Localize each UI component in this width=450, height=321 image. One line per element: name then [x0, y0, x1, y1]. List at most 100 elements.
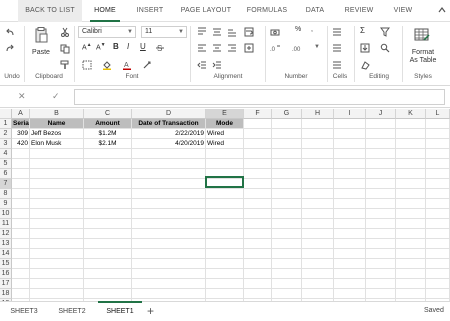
- cell-f18[interactable]: [244, 289, 272, 299]
- grow-font-icon[interactable]: A▲: [82, 42, 92, 51]
- cell-e16[interactable]: [206, 269, 244, 279]
- cell-h14[interactable]: [302, 249, 334, 259]
- cell-j14[interactable]: [366, 249, 396, 259]
- cell-l18[interactable]: [426, 289, 450, 299]
- cell-d15[interactable]: [132, 259, 206, 269]
- cell-d3[interactable]: 4/20/2019: [132, 139, 206, 149]
- cell-f12[interactable]: [244, 229, 272, 239]
- comma-style-icon[interactable]: ,: [311, 26, 313, 33]
- cell-c4[interactable]: [84, 149, 132, 159]
- tab-view[interactable]: VIEW: [388, 0, 418, 22]
- tab-page-layout[interactable]: PAGE LAYOUT: [178, 0, 234, 22]
- row-header-5[interactable]: 5: [0, 159, 12, 169]
- cell-d10[interactable]: [132, 209, 206, 219]
- cell-h6[interactable]: [302, 169, 334, 179]
- italic-button[interactable]: I: [127, 42, 129, 51]
- bold-button[interactable]: B: [113, 42, 119, 51]
- cell-g16[interactable]: [272, 269, 302, 279]
- font-color-icon[interactable]: A: [122, 60, 132, 70]
- cell-d8[interactable]: [132, 189, 206, 199]
- cell-h13[interactable]: [302, 239, 334, 249]
- cell-i12[interactable]: [334, 229, 366, 239]
- tab-review[interactable]: REVIEW: [338, 0, 380, 22]
- column-header-a[interactable]: A: [12, 109, 30, 119]
- cell-j3[interactable]: [366, 139, 396, 149]
- cell-d12[interactable]: [132, 229, 206, 239]
- cell-f6[interactable]: [244, 169, 272, 179]
- cell-b6[interactable]: [30, 169, 84, 179]
- cell-g12[interactable]: [272, 229, 302, 239]
- cell-f7[interactable]: [244, 179, 272, 189]
- cell-c15[interactable]: [84, 259, 132, 269]
- clear-format-icon[interactable]: [142, 60, 152, 70]
- cell-d6[interactable]: [132, 169, 206, 179]
- cell-k8[interactable]: [396, 189, 426, 199]
- cell-h9[interactable]: [302, 199, 334, 209]
- cell-d9[interactable]: [132, 199, 206, 209]
- font-size-select[interactable]: 11 ▼: [141, 26, 187, 38]
- cell-j12[interactable]: [366, 229, 396, 239]
- cell-l15[interactable]: [426, 259, 450, 269]
- fill-icon[interactable]: [360, 43, 370, 53]
- cell-f14[interactable]: [244, 249, 272, 259]
- cell-f8[interactable]: [244, 189, 272, 199]
- cell-d2[interactable]: 2/22/2019: [132, 129, 206, 139]
- cell-a14[interactable]: [12, 249, 30, 259]
- sort-filter-icon[interactable]: [380, 27, 390, 37]
- cell-f4[interactable]: [244, 149, 272, 159]
- sheet-tab-sheet3[interactable]: SHEET3: [6, 304, 42, 320]
- cell-i9[interactable]: [334, 199, 366, 209]
- cell-i15[interactable]: [334, 259, 366, 269]
- cell-a12[interactable]: [12, 229, 30, 239]
- align-top-icon[interactable]: [197, 27, 207, 37]
- row-header-10[interactable]: 10: [0, 209, 12, 219]
- cell-e8[interactable]: [206, 189, 244, 199]
- percent-icon[interactable]: %: [295, 26, 301, 33]
- cell-c14[interactable]: [84, 249, 132, 259]
- row-header-18[interactable]: 18: [0, 289, 12, 299]
- cell-b3[interactable]: Elon Musk: [30, 139, 84, 149]
- cell-g7[interactable]: [272, 179, 302, 189]
- cell-a4[interactable]: [12, 149, 30, 159]
- column-header-j[interactable]: J: [366, 109, 396, 119]
- cell-k7[interactable]: [396, 179, 426, 189]
- cell-k16[interactable]: [396, 269, 426, 279]
- cell-e14[interactable]: [206, 249, 244, 259]
- sheet-tab-sheet2[interactable]: SHEET2: [54, 304, 90, 320]
- cell-h8[interactable]: [302, 189, 334, 199]
- cell-e5[interactable]: [206, 159, 244, 169]
- cell-k6[interactable]: [396, 169, 426, 179]
- cell-a6[interactable]: [12, 169, 30, 179]
- cell-i7[interactable]: [334, 179, 366, 189]
- paste-icon[interactable]: [34, 27, 48, 43]
- increase-decimal-icon[interactable]: .0: [270, 43, 280, 53]
- cell-f2[interactable]: [244, 129, 272, 139]
- row-header-13[interactable]: 13: [0, 239, 12, 249]
- cell-l6[interactable]: [426, 169, 450, 179]
- tab-data[interactable]: DATA: [300, 0, 330, 22]
- cell-i13[interactable]: [334, 239, 366, 249]
- cell-c7[interactable]: [84, 179, 132, 189]
- cell-e15[interactable]: [206, 259, 244, 269]
- cell-b8[interactable]: [30, 189, 84, 199]
- row-header-8[interactable]: 8: [0, 189, 12, 199]
- cell-l5[interactable]: [426, 159, 450, 169]
- cell-g5[interactable]: [272, 159, 302, 169]
- decrease-indent-icon[interactable]: [197, 60, 207, 70]
- row-header-3[interactable]: 3: [0, 139, 12, 149]
- cell-e9[interactable]: [206, 199, 244, 209]
- increase-indent-icon[interactable]: [212, 60, 222, 70]
- tab-formulas[interactable]: FORMULAS: [242, 0, 292, 22]
- cell-c16[interactable]: [84, 269, 132, 279]
- cell-b9[interactable]: [30, 199, 84, 209]
- cell-d17[interactable]: [132, 279, 206, 289]
- cell-i3[interactable]: [334, 139, 366, 149]
- cell-k9[interactable]: [396, 199, 426, 209]
- strikethrough-icon[interactable]: S: [155, 43, 165, 53]
- currency-format-icon[interactable]: [270, 27, 280, 37]
- cell-d16[interactable]: [132, 269, 206, 279]
- cell-d13[interactable]: [132, 239, 206, 249]
- column-header-k[interactable]: K: [396, 109, 426, 119]
- cell-l17[interactable]: [426, 279, 450, 289]
- cell-i1[interactable]: [334, 119, 366, 129]
